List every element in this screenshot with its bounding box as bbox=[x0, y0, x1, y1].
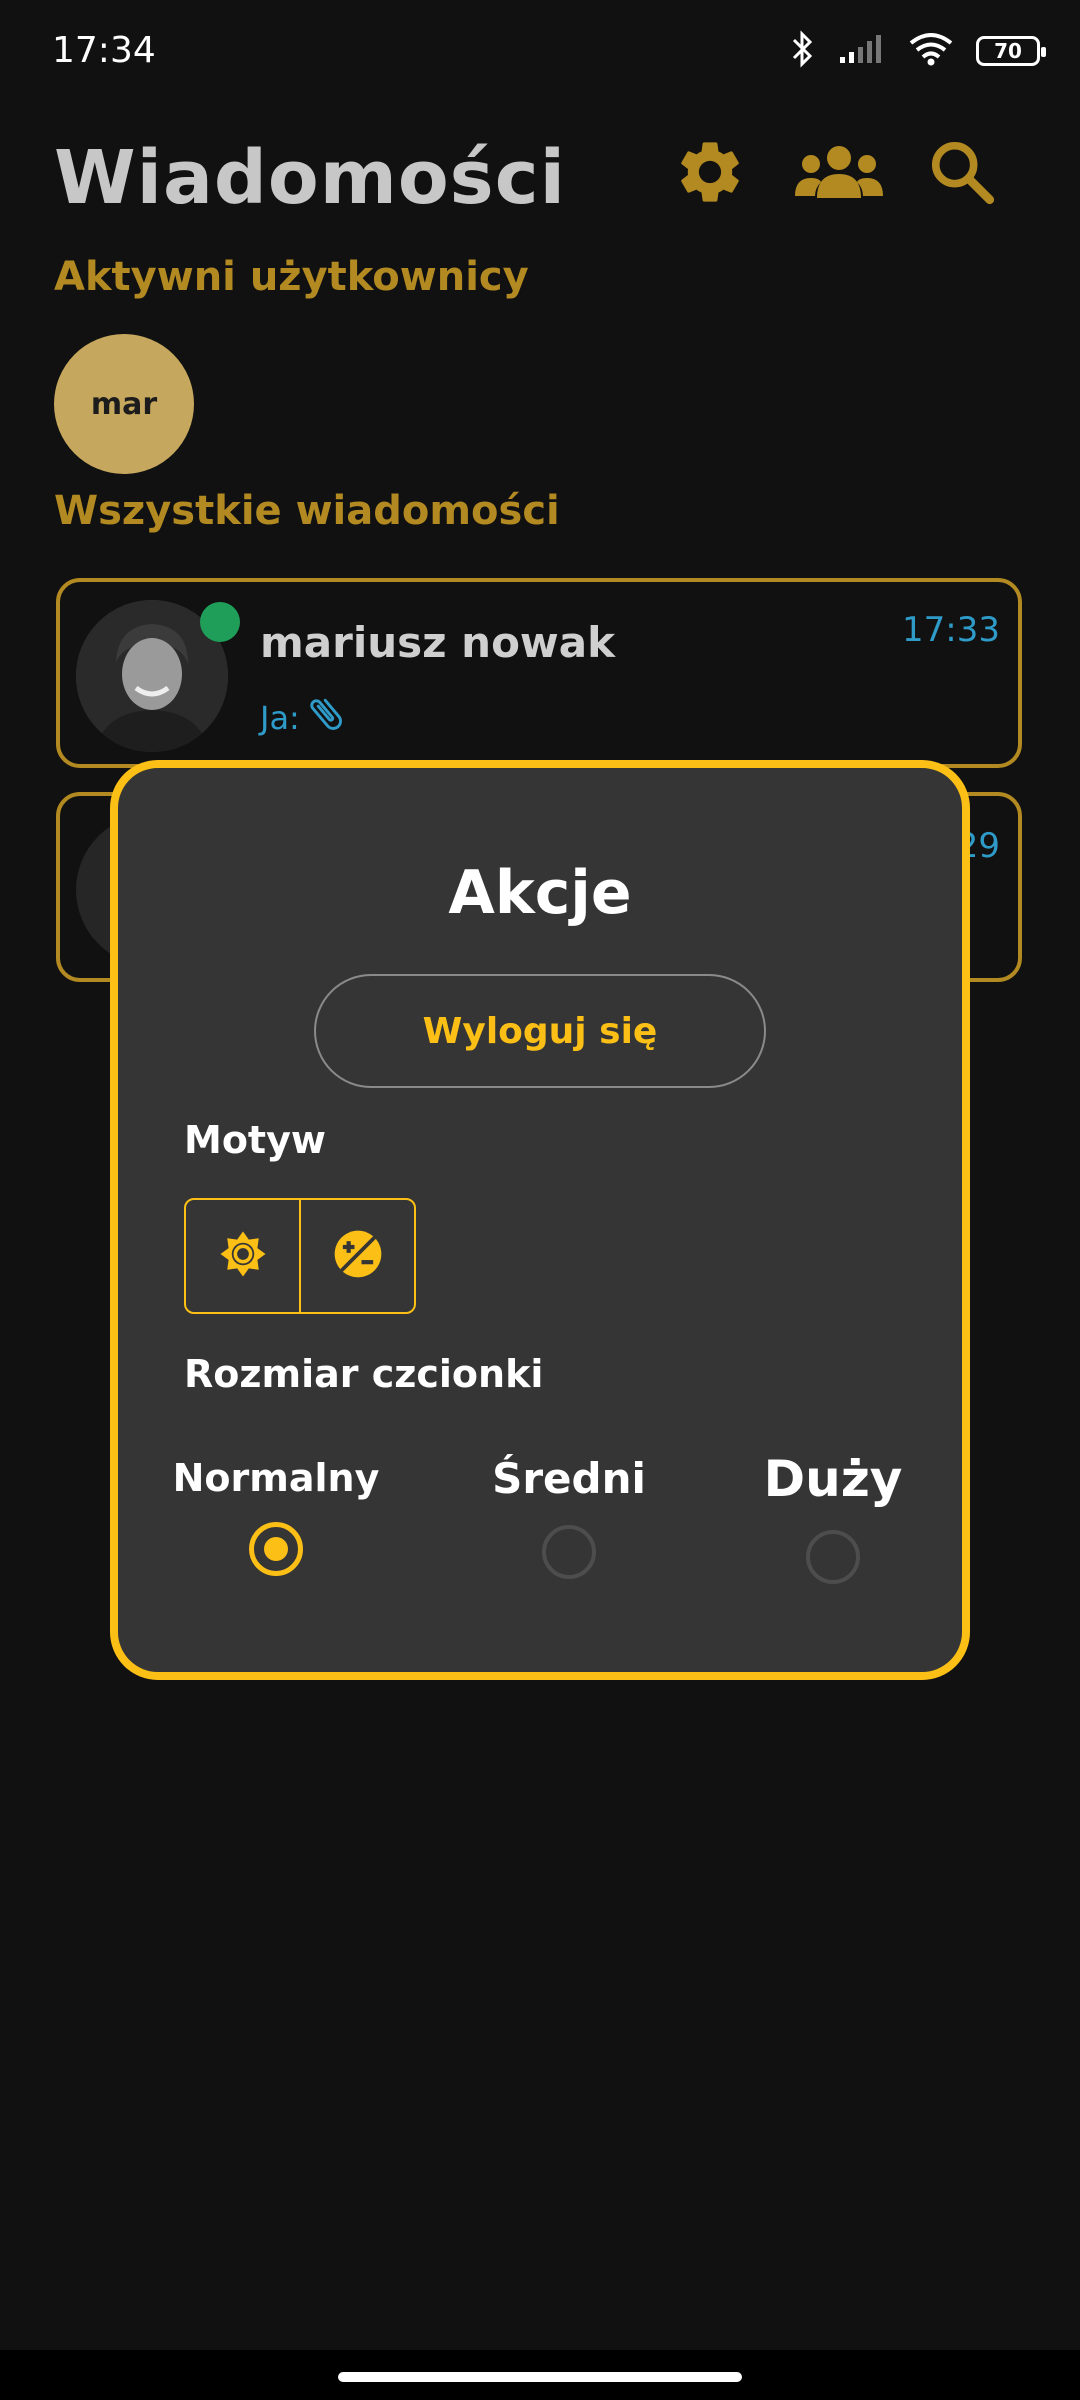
chat-preview-sender: Ja: bbox=[260, 699, 300, 737]
paperclip-icon bbox=[304, 692, 348, 744]
font-size-option-normal[interactable]: Normalny bbox=[173, 1456, 379, 1576]
logout-button[interactable]: Wyloguj się bbox=[314, 974, 766, 1088]
search-icon[interactable] bbox=[922, 132, 1002, 212]
radio-button[interactable] bbox=[806, 1530, 860, 1584]
light-theme-button[interactable] bbox=[186, 1200, 299, 1312]
font-size-option-large[interactable]: Duży bbox=[764, 1450, 902, 1584]
contrast-theme-button[interactable] bbox=[299, 1200, 414, 1312]
wifi-icon bbox=[908, 32, 954, 70]
users-group-icon[interactable] bbox=[794, 132, 884, 212]
active-users-title: Aktywni użytkownicy bbox=[54, 254, 529, 300]
settings-gear-icon[interactable] bbox=[670, 132, 750, 212]
battery-icon: 70 bbox=[976, 36, 1046, 66]
chat-preview: Ja: bbox=[260, 692, 348, 744]
dialog-title: Akcje bbox=[448, 858, 632, 928]
actions-dialog: Akcje Wyloguj się Motyw Rozmiar czcionki… bbox=[110, 760, 970, 1680]
radio-button[interactable] bbox=[249, 1522, 303, 1576]
active-user-initials: mar bbox=[90, 386, 158, 422]
font-size-option-label: Średni bbox=[492, 1454, 646, 1503]
light-theme-icon bbox=[216, 1227, 270, 1285]
online-status-dot bbox=[200, 602, 240, 642]
theme-label: Motyw bbox=[184, 1118, 326, 1162]
radio-button[interactable] bbox=[542, 1525, 596, 1579]
chat-timestamp: 17:33 bbox=[902, 610, 1000, 650]
contrast-theme-icon bbox=[330, 1226, 386, 1286]
page-title: Wiadomości bbox=[54, 135, 566, 221]
chat-contact-name: mariusz nowak bbox=[260, 618, 616, 667]
active-user-avatar[interactable]: mar bbox=[54, 334, 194, 474]
battery-level: 70 bbox=[994, 39, 1022, 63]
font-size-label: Rozmiar czcionki bbox=[184, 1352, 544, 1396]
all-messages-title: Wszystkie wiadomości bbox=[54, 488, 560, 534]
chat-list-item[interactable]: mariusz nowak 17:33 Ja: bbox=[56, 578, 1022, 768]
status-bar: 17:34 70 bbox=[0, 0, 1080, 110]
font-size-option-medium[interactable]: Średni bbox=[492, 1454, 646, 1579]
home-gesture-handle[interactable] bbox=[338, 2372, 742, 2382]
font-size-option-label: Normalny bbox=[172, 1456, 380, 1500]
status-icons: 70 bbox=[790, 30, 1046, 72]
status-time: 17:34 bbox=[52, 30, 156, 71]
signal-icon bbox=[838, 33, 886, 69]
font-size-option-label: Duży bbox=[763, 1450, 903, 1508]
bluetooth-icon bbox=[790, 30, 816, 72]
theme-toggle-group bbox=[184, 1198, 416, 1314]
